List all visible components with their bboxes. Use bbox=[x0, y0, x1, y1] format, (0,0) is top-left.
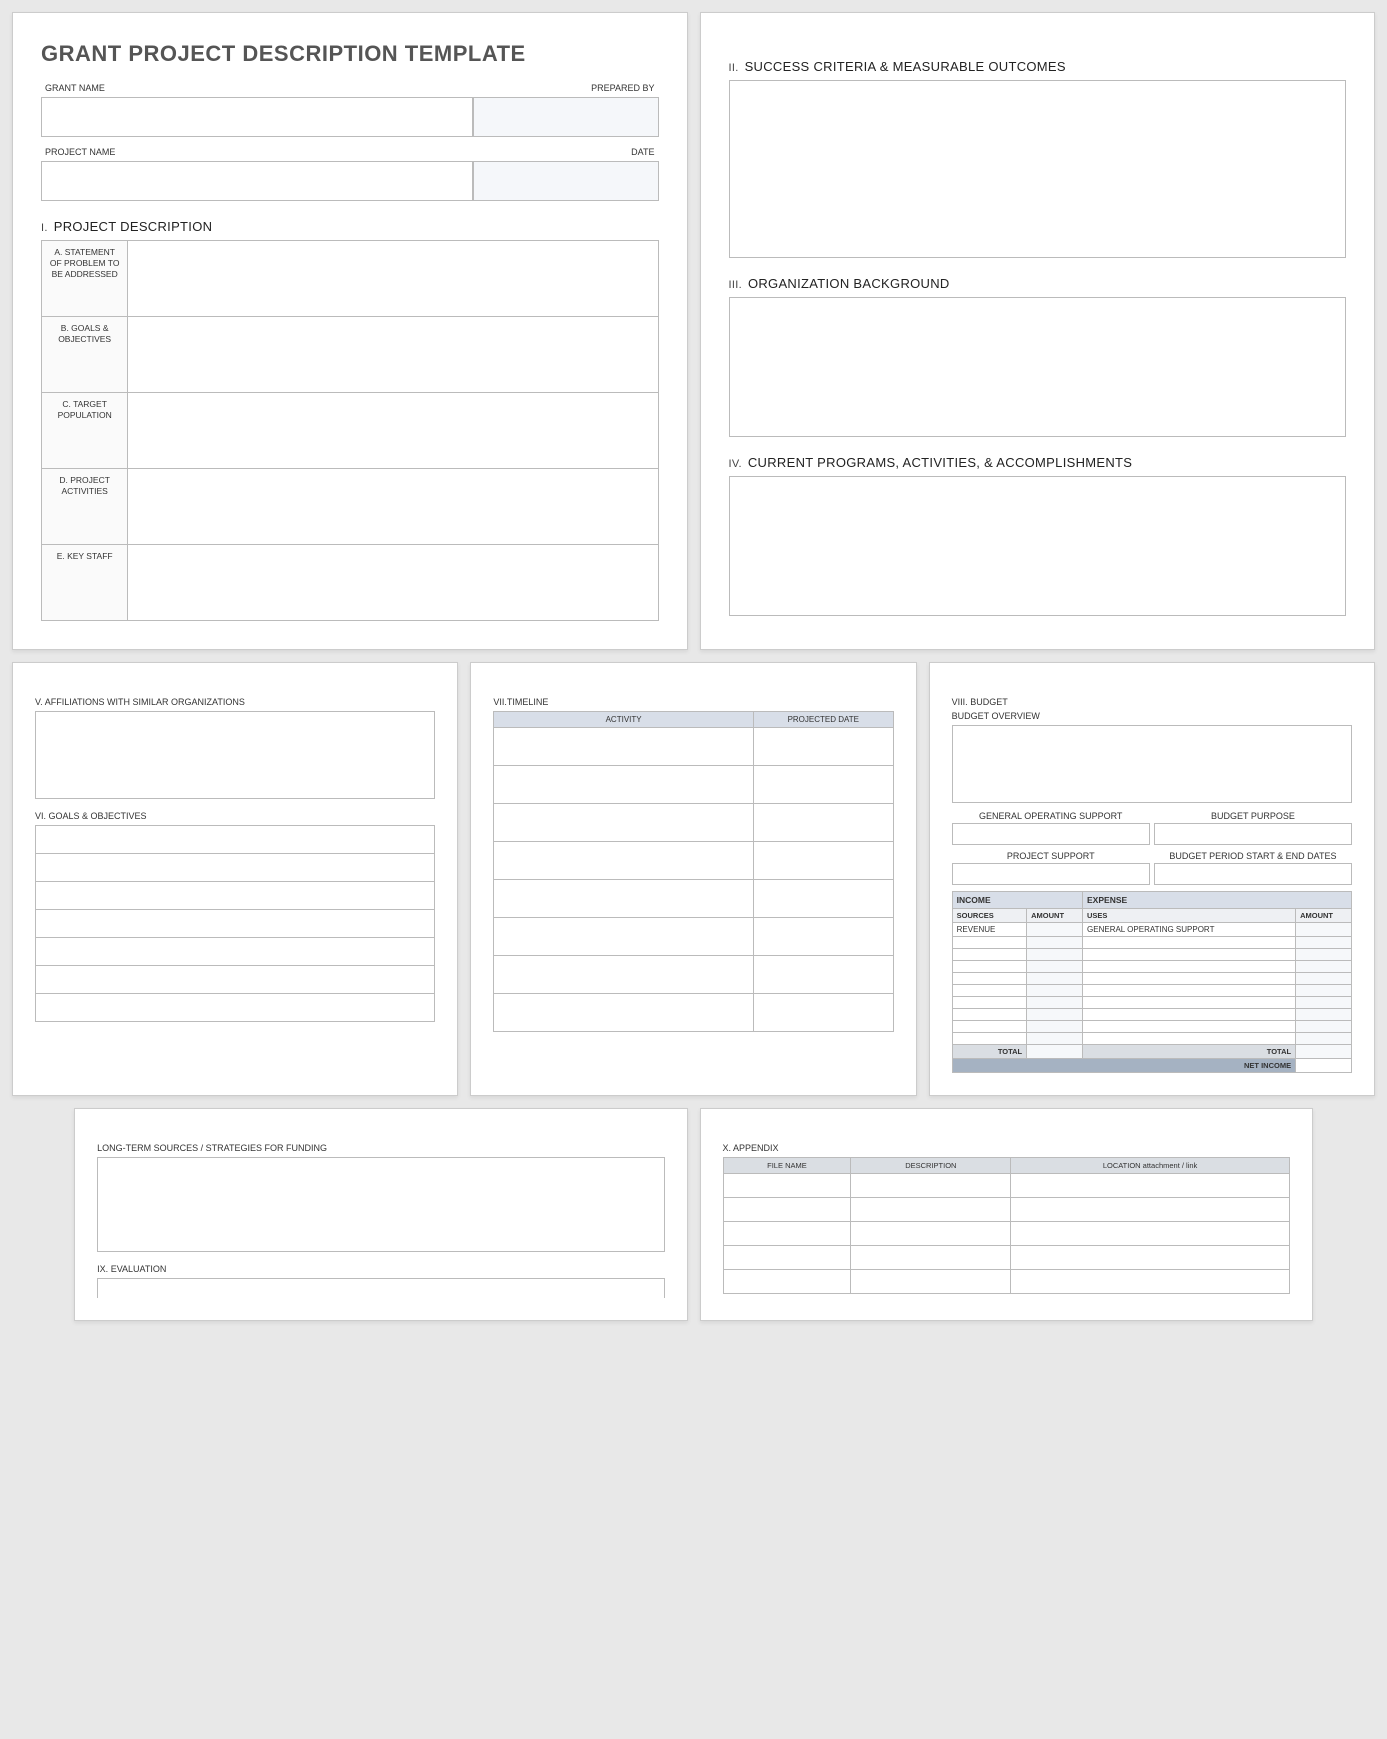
project-name-field[interactable] bbox=[41, 161, 473, 201]
pd-row-c-field[interactable] bbox=[128, 393, 658, 469]
section-project-description: I.PROJECT DESCRIPTION bbox=[41, 219, 659, 234]
timeline-row[interactable] bbox=[494, 842, 754, 880]
current-programs-field[interactable] bbox=[729, 476, 1347, 616]
appendix-row[interactable] bbox=[723, 1174, 851, 1198]
appendix-table: FILE NAMEDESCRIPTIONLOCATION attachment … bbox=[723, 1157, 1290, 1294]
section-evaluation: IX. EVALUATION bbox=[97, 1264, 664, 1274]
timeline-row[interactable] bbox=[494, 994, 754, 1032]
go-row[interactable] bbox=[36, 882, 435, 910]
timeline-row[interactable] bbox=[494, 804, 754, 842]
timeline-row[interactable] bbox=[494, 766, 754, 804]
budget-purpose-label: BUDGET PURPOSE bbox=[1154, 811, 1352, 821]
pd-row-d-label: D. PROJECT ACTIVITIES bbox=[42, 469, 128, 545]
project-name-label: PROJECT NAME bbox=[41, 145, 473, 159]
budget-period-field[interactable] bbox=[1154, 863, 1352, 885]
section-success-criteria: II.SUCCESS CRITERIA & MEASURABLE OUTCOME… bbox=[729, 59, 1347, 74]
pd-row-e-field[interactable] bbox=[128, 545, 658, 621]
timeline-table: ACTIVITYPROJECTED DATE bbox=[493, 711, 893, 1032]
page-7-panel: X. APPENDIX FILE NAMEDESCRIPTIONLOCATION… bbox=[700, 1108, 1313, 1321]
date-label: DATE bbox=[473, 145, 658, 159]
budget-total-label: TOTAL bbox=[1083, 1045, 1296, 1059]
section-affiliations: V. AFFILIATIONS WITH SIMILAR ORGANIZATIO… bbox=[35, 697, 435, 707]
budget-amount-header: AMOUNT bbox=[1027, 909, 1083, 923]
goals-objectives-table bbox=[35, 825, 435, 1022]
go-row[interactable] bbox=[36, 938, 435, 966]
timeline-row[interactable] bbox=[494, 728, 754, 766]
budget-overview-label: BUDGET OVERVIEW bbox=[952, 711, 1352, 721]
timeline-date-header: PROJECTED DATE bbox=[753, 712, 893, 728]
budget-gos-label: GENERAL OPERATING SUPPORT bbox=[952, 811, 1150, 821]
page-3-panel: V. AFFILIATIONS WITH SIMILAR ORGANIZATIO… bbox=[12, 662, 458, 1096]
page-1-panel: GRANT PROJECT DESCRIPTION TEMPLATE GRANT… bbox=[12, 12, 688, 650]
budget-period-label: BUDGET PERIOD START & END DATES bbox=[1154, 851, 1352, 861]
budget-amount-header: AMOUNT bbox=[1296, 909, 1352, 923]
budget-gos-field[interactable] bbox=[952, 823, 1150, 845]
pd-row-e-label: E. KEY STAFF bbox=[42, 545, 128, 621]
pd-row-b-label: B. GOALS & OBJECTIVES bbox=[42, 317, 128, 393]
success-criteria-field[interactable] bbox=[729, 80, 1347, 258]
pd-row-a-label: A. STATEMENT OF PROBLEM TO BE ADDRESSED bbox=[42, 241, 128, 317]
evaluation-field[interactable] bbox=[97, 1278, 664, 1298]
pd-row-b-field[interactable] bbox=[128, 317, 658, 393]
budget-total-label: TOTAL bbox=[952, 1045, 1026, 1059]
appendix-row[interactable] bbox=[723, 1198, 851, 1222]
budget-purpose-field[interactable] bbox=[1154, 823, 1352, 845]
budget-income-header: INCOME bbox=[952, 892, 1082, 909]
budget-ps-label: PROJECT SUPPORT bbox=[952, 851, 1150, 861]
section-budget: VIII. BUDGET bbox=[952, 697, 1352, 707]
appendix-row[interactable] bbox=[723, 1246, 851, 1270]
org-background-field[interactable] bbox=[729, 297, 1347, 437]
timeline-row[interactable] bbox=[494, 880, 754, 918]
budget-expense-header: EXPENSE bbox=[1083, 892, 1352, 909]
appendix-loc-header: LOCATION attachment / link bbox=[1011, 1158, 1290, 1174]
page-5-panel: VIII. BUDGET BUDGET OVERVIEW GENERAL OPE… bbox=[929, 662, 1375, 1096]
timeline-row[interactable] bbox=[494, 918, 754, 956]
go-row[interactable] bbox=[36, 994, 435, 1022]
prepared-by-field[interactable] bbox=[473, 97, 658, 137]
appendix-file-header: FILE NAME bbox=[723, 1158, 851, 1174]
budget-table: INCOMEEXPENSE SOURCESAMOUNTUSESAMOUNT RE… bbox=[952, 891, 1352, 1073]
section-timeline: VII.TIMELINE bbox=[493, 697, 893, 707]
page-title: GRANT PROJECT DESCRIPTION TEMPLATE bbox=[41, 41, 659, 67]
pd-row-a-field[interactable] bbox=[128, 241, 658, 317]
appendix-desc-header: DESCRIPTION bbox=[851, 1158, 1011, 1174]
budget-overview-field[interactable] bbox=[952, 725, 1352, 803]
appendix-row[interactable] bbox=[723, 1270, 851, 1294]
go-row[interactable] bbox=[36, 854, 435, 882]
budget-ps-field[interactable] bbox=[952, 863, 1150, 885]
page-6-panel: LONG-TERM SOURCES / STRATEGIES FOR FUNDI… bbox=[74, 1108, 687, 1321]
budget-revenue-label: REVENUE bbox=[952, 923, 1026, 937]
section-goals-objectives: VI. GOALS & OBJECTIVES bbox=[35, 811, 435, 821]
page-4-panel: VII.TIMELINE ACTIVITYPROJECTED DATE bbox=[470, 662, 916, 1096]
timeline-row[interactable] bbox=[494, 956, 754, 994]
budget-gos2-label: GENERAL OPERATING SUPPORT bbox=[1083, 923, 1296, 937]
grant-name-label: GRANT NAME bbox=[41, 81, 473, 95]
prepared-by-label: PREPARED BY bbox=[473, 81, 658, 95]
page-2-panel: II.SUCCESS CRITERIA & MEASURABLE OUTCOME… bbox=[700, 12, 1376, 650]
timeline-activity-header: ACTIVITY bbox=[494, 712, 754, 728]
project-description-table: A. STATEMENT OF PROBLEM TO BE ADDRESSED … bbox=[41, 240, 659, 621]
section-current-programs: IV.CURRENT PROGRAMS, ACTIVITIES, & ACCOM… bbox=[729, 455, 1347, 470]
go-row[interactable] bbox=[36, 826, 435, 854]
grant-name-field[interactable] bbox=[41, 97, 473, 137]
long-term-sources-label: LONG-TERM SOURCES / STRATEGIES FOR FUNDI… bbox=[97, 1143, 664, 1153]
affiliations-field[interactable] bbox=[35, 711, 435, 799]
date-field[interactable] bbox=[473, 161, 658, 201]
appendix-row[interactable] bbox=[723, 1222, 851, 1246]
section-appendix: X. APPENDIX bbox=[723, 1143, 1290, 1153]
budget-net-income-label: NET INCOME bbox=[952, 1059, 1295, 1073]
go-row[interactable] bbox=[36, 966, 435, 994]
long-term-sources-field[interactable] bbox=[97, 1157, 664, 1252]
go-row[interactable] bbox=[36, 910, 435, 938]
pd-row-d-field[interactable] bbox=[128, 469, 658, 545]
pd-row-c-label: C. TARGET POPULATION bbox=[42, 393, 128, 469]
section-org-background: III.ORGANIZATION BACKGROUND bbox=[729, 276, 1347, 291]
budget-uses-header: USES bbox=[1083, 909, 1296, 923]
budget-sources-header: SOURCES bbox=[952, 909, 1026, 923]
